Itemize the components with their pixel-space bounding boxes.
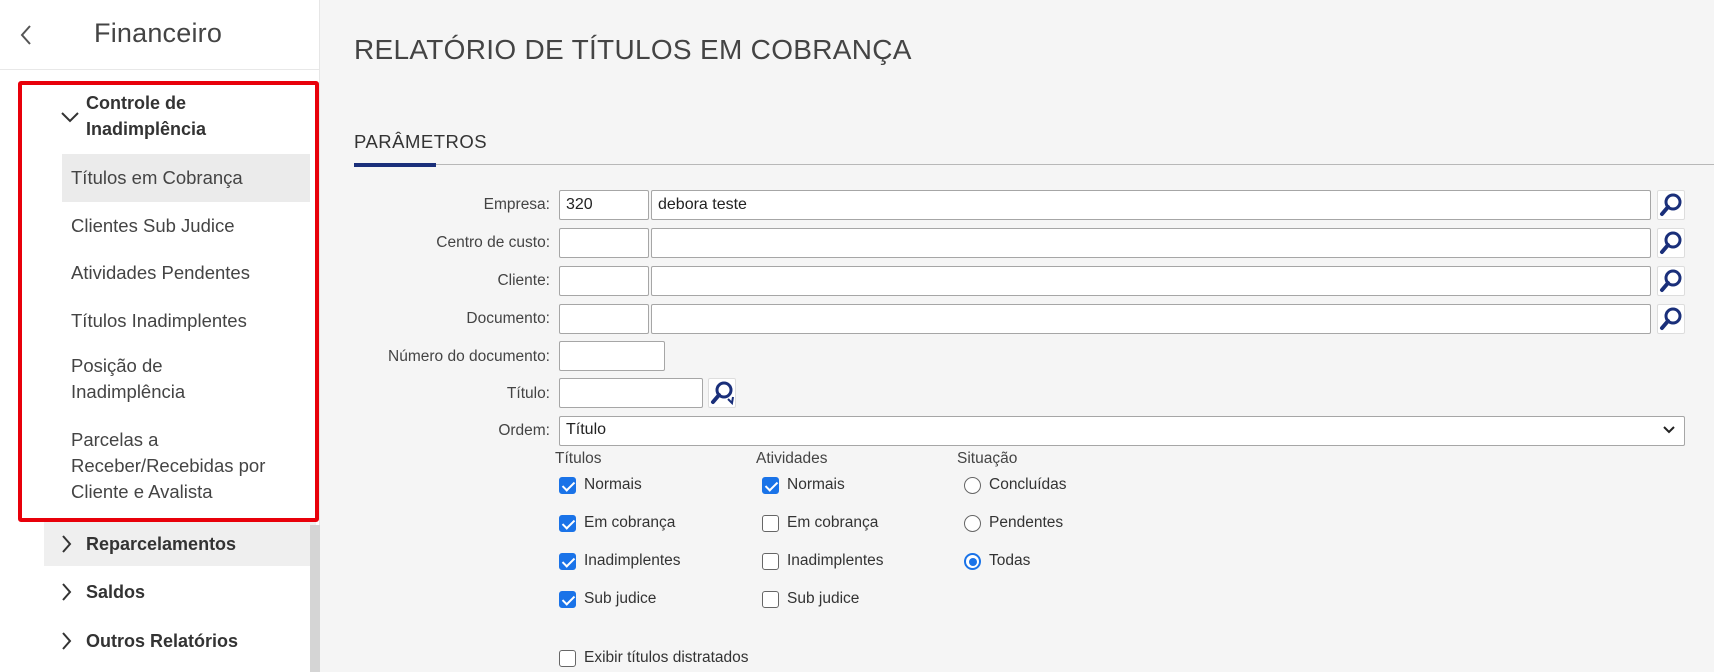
sidebar-item-label: Inadimplência bbox=[71, 381, 186, 402]
sidebar-item-clientes-sub-judice[interactable]: Clientes Sub Judice bbox=[62, 213, 310, 239]
option-label: Concluídas bbox=[989, 476, 1067, 493]
magnifier-icon bbox=[1660, 231, 1682, 254]
sidebar-item-label: Clientes Sub Judice bbox=[71, 215, 235, 236]
magnifier-icon bbox=[1660, 269, 1682, 292]
radio-unselected[interactable] bbox=[964, 515, 981, 532]
empresa-label: Empresa: bbox=[483, 196, 550, 213]
empresa-code-input[interactable] bbox=[559, 190, 649, 220]
ordem-selected-value: Título bbox=[566, 421, 607, 438]
sidebar-item-label: Cliente e Avalista bbox=[71, 481, 213, 502]
checkbox-unchecked[interactable] bbox=[762, 591, 779, 608]
centro-custo-lookup-button[interactable] bbox=[1657, 228, 1685, 258]
sidebar-header: Financeiro bbox=[0, 0, 319, 70]
tab-active-indicator bbox=[354, 163, 436, 167]
sidebar-item-label: Posição de bbox=[71, 355, 163, 376]
option-label: Sub judice bbox=[787, 590, 860, 607]
main-content: RELATÓRIO DE TÍTULOS EM COBRANÇA PARÂMET… bbox=[321, 0, 1714, 672]
documento-lookup-button[interactable] bbox=[1657, 304, 1685, 334]
titulo-lookup-button[interactable] bbox=[708, 378, 736, 408]
checkbox-checked[interactable] bbox=[559, 477, 576, 494]
chevron-left-icon[interactable] bbox=[14, 20, 38, 50]
empresa-lookup-button[interactable] bbox=[1657, 190, 1685, 220]
numero-documento-input[interactable] bbox=[559, 341, 665, 371]
sidebar: Financeiro Controle de Inadimplência Tít… bbox=[0, 0, 320, 672]
ordem-select[interactable]: Título bbox=[559, 416, 1685, 446]
magnifier-refresh-icon bbox=[711, 381, 734, 406]
titulos-header: Títulos bbox=[555, 450, 602, 467]
chevron-down-icon bbox=[61, 112, 79, 123]
group-reparcelamentos[interactable]: Reparcelamentos bbox=[44, 522, 316, 566]
group-outros-relatorios[interactable]: Outros Relatórios bbox=[44, 619, 316, 663]
sidebar-item-titulos-inadimplentes[interactable]: Títulos Inadimplentes bbox=[62, 308, 310, 334]
option-label: Normais bbox=[787, 476, 845, 493]
sidebar-item-posicao-inadimplencia[interactable]: Posição de Inadimplência bbox=[62, 353, 310, 405]
cliente-name-input[interactable] bbox=[651, 266, 1651, 296]
checkbox-checked[interactable] bbox=[559, 553, 576, 570]
group-controle-inadimplencia[interactable]: Controle de Inadimplência bbox=[44, 90, 316, 146]
sidebar-item-titulos-em-cobranca[interactable]: Títulos em Cobrança bbox=[62, 154, 310, 202]
option-label: Todas bbox=[989, 552, 1031, 569]
situacao-header: Situação bbox=[957, 450, 1018, 467]
chevron-right-icon bbox=[62, 632, 72, 650]
chevron-right-icon bbox=[62, 535, 72, 553]
sidebar-item-label: Atividades Pendentes bbox=[71, 262, 250, 283]
empresa-name-input[interactable] bbox=[651, 190, 1651, 220]
checkbox-unchecked[interactable] bbox=[762, 553, 779, 570]
option-label: Pendentes bbox=[989, 514, 1064, 531]
radio-selected[interactable] bbox=[964, 553, 981, 570]
documento-label: Documento: bbox=[466, 310, 550, 327]
tab-parametros[interactable]: PARÂMETROS bbox=[354, 131, 487, 153]
titulo-input[interactable] bbox=[559, 378, 703, 408]
tab-divider bbox=[354, 164, 1714, 165]
sidebar-scrollbar[interactable] bbox=[310, 525, 320, 672]
sidebar-item-label: Títulos Inadimplentes bbox=[71, 310, 247, 331]
documento-name-input[interactable] bbox=[651, 304, 1651, 334]
checkbox-checked[interactable] bbox=[559, 515, 576, 532]
centro-custo-label: Centro de custo: bbox=[436, 234, 550, 251]
sidebar-item-atividades-pendentes[interactable]: Atividades Pendentes bbox=[62, 260, 310, 286]
option-label: Inadimplentes bbox=[787, 552, 884, 569]
option-label: Inadimplentes bbox=[584, 552, 681, 569]
cliente-code-input[interactable] bbox=[559, 266, 649, 296]
sidebar-item-label: Receber/Recebidas por bbox=[71, 455, 266, 476]
documento-code-input[interactable] bbox=[559, 304, 649, 334]
option-label: Normais bbox=[584, 476, 642, 493]
page-title: RELATÓRIO DE TÍTULOS EM COBRANÇA bbox=[354, 34, 912, 65]
checkbox-unchecked[interactable] bbox=[559, 650, 576, 667]
group-label-line: Controle de bbox=[86, 93, 187, 113]
sidebar-item-label: Parcelas a bbox=[71, 429, 159, 450]
option-label: Sub judice bbox=[584, 590, 657, 607]
atividades-header: Atividades bbox=[756, 450, 828, 467]
checkbox-checked[interactable] bbox=[762, 477, 779, 494]
option-label: Exibir títulos distratados bbox=[584, 649, 749, 666]
ordem-label: Ordem: bbox=[498, 422, 550, 439]
chevron-right-icon bbox=[62, 583, 72, 601]
sidebar-item-parcelas-receber[interactable]: Parcelas a Receber/Recebidas por Cliente… bbox=[62, 427, 310, 505]
radio-unselected[interactable] bbox=[964, 477, 981, 494]
option-label: Em cobrança bbox=[584, 514, 676, 531]
sidebar-item-label: Títulos em Cobrança bbox=[71, 167, 243, 188]
group-label: Reparcelamentos bbox=[86, 534, 237, 554]
centro-custo-name-input[interactable] bbox=[651, 228, 1651, 258]
cliente-label: Cliente: bbox=[497, 272, 550, 289]
checkbox-checked[interactable] bbox=[559, 591, 576, 608]
checkbox-unchecked[interactable] bbox=[762, 515, 779, 532]
numero-documento-label: Número do documento: bbox=[388, 348, 550, 365]
group-label: Saldos bbox=[86, 582, 146, 602]
magnifier-icon bbox=[1660, 307, 1682, 330]
option-label: Em cobrança bbox=[787, 514, 879, 531]
group-label: Outros Relatórios bbox=[86, 631, 239, 651]
chevron-down-icon bbox=[1663, 426, 1675, 434]
group-label-line: Inadimplência bbox=[86, 119, 207, 139]
titulo-label: Título: bbox=[506, 385, 550, 402]
cliente-lookup-button[interactable] bbox=[1657, 266, 1685, 296]
magnifier-icon bbox=[1660, 193, 1682, 216]
sidebar-title: Financeiro bbox=[94, 18, 223, 48]
group-saldos[interactable]: Saldos bbox=[44, 570, 316, 614]
centro-custo-code-input[interactable] bbox=[559, 228, 649, 258]
